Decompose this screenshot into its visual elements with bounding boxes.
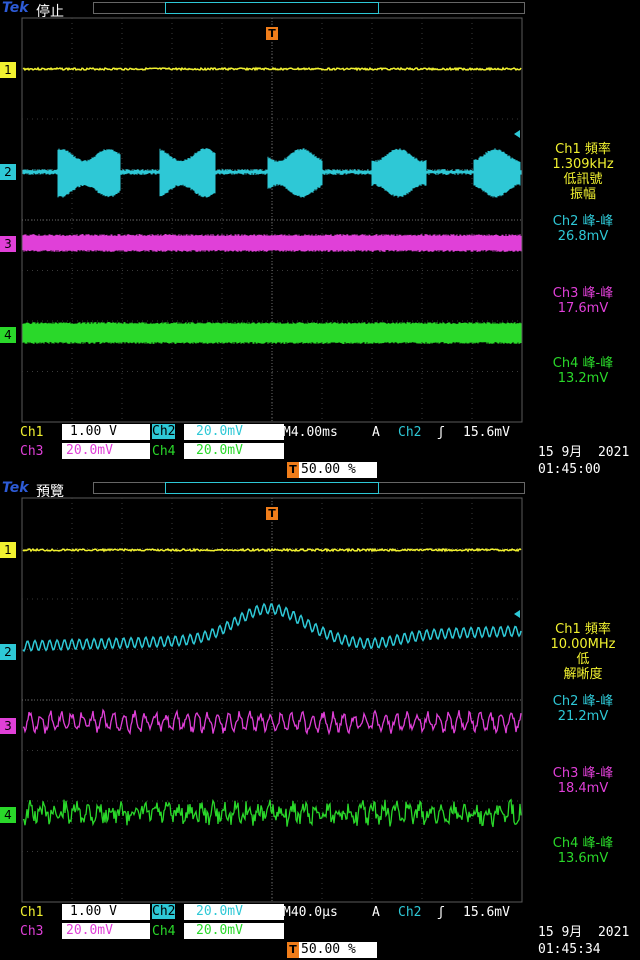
trigger-position-marker[interactable]: T xyxy=(266,27,278,40)
ch2-readout-title: Ch2 峰-峰 xyxy=(552,214,614,229)
time: 01:45:34 xyxy=(538,942,601,957)
ch1-scale[interactable]: 1.00 V xyxy=(62,424,150,440)
ch3-readout-title: Ch3 峰-峰 xyxy=(552,766,614,781)
trigger-position-readout[interactable]: 50.00 % xyxy=(287,462,377,478)
date: 15 9月 2021 xyxy=(538,445,630,460)
ch4-label[interactable]: Ch4 xyxy=(152,924,175,939)
date: 15 9月 2021 xyxy=(538,925,630,940)
ch1-readout-title: Ch1 頻率 xyxy=(555,142,611,157)
ch4-scale[interactable]: 20.0mV xyxy=(184,923,284,939)
ch1-label[interactable]: Ch1 xyxy=(20,905,43,920)
scope-screen-stopped: Tek 停止 Ch1 頻率 1.309kHz 低訊號 振幅 Ch2 峰-峰 26… xyxy=(0,0,640,480)
trigger-mode: A xyxy=(372,905,380,920)
ch3-label[interactable]: Ch3 xyxy=(20,444,43,459)
trigger-position-readout[interactable]: 50.00 % xyxy=(287,942,377,958)
ch3-readout-value: 17.6mV xyxy=(557,301,609,316)
ch4-label[interactable]: Ch4 xyxy=(152,444,175,459)
ch2-readout-value: 26.8mV xyxy=(557,229,609,244)
ch1-frequency-readout: Ch1 頻率 1.309kHz 低訊號 振幅 xyxy=(526,142,640,202)
ch1-ground-marker[interactable]: 1 xyxy=(0,542,16,558)
ch1-waveform xyxy=(22,547,522,553)
trigger-level[interactable]: 15.6mV xyxy=(463,905,510,920)
time: 01:45:00 xyxy=(538,462,601,477)
ch3-scale[interactable]: 20.0mV xyxy=(62,923,150,939)
ch2-readout-value: 21.2mV xyxy=(557,709,609,724)
trigger-mode: A xyxy=(372,425,380,440)
ch4-readout-title: Ch4 峰-峰 xyxy=(552,836,614,851)
ch4-waveform xyxy=(22,322,522,344)
ch1-readout-note: 解晰度 xyxy=(563,667,603,682)
trigger-source[interactable]: Ch2 xyxy=(398,905,421,920)
ch1-readout-note: 低訊號 xyxy=(563,172,603,187)
timebase[interactable]: M4.00ms xyxy=(283,425,338,440)
ch4-scale[interactable]: 20.0mV xyxy=(184,443,284,459)
trigger-level-arrow xyxy=(514,610,520,618)
trigger-position-marker[interactable]: T xyxy=(266,507,278,520)
scope-screen-preview: Tek 預覽 Ch1 頻率 10.00MHz 低 解晰度 Ch2 峰-峰 21.… xyxy=(0,480,640,960)
ch4-ground-marker[interactable]: 4 xyxy=(0,807,16,823)
trigger-icon: T xyxy=(287,942,299,958)
ch1-readout-note: 振幅 xyxy=(569,187,596,202)
ch3-label[interactable]: Ch3 xyxy=(20,924,43,939)
ch4-pk-pk-readout: Ch4 峰-峰 13.6mV xyxy=(526,836,640,866)
ch4-readout-value: 13.6mV xyxy=(557,851,609,866)
ch3-pk-pk-readout: Ch3 峰-峰 17.6mV xyxy=(526,286,640,316)
trigger-level[interactable]: 15.6mV xyxy=(463,425,510,440)
ch1-readout-value: 10.00MHz xyxy=(550,637,616,652)
ch2-waveform xyxy=(22,148,522,198)
ch2-label[interactable]: Ch2 xyxy=(152,424,176,439)
ch3-ground-marker[interactable]: 3 xyxy=(0,236,16,252)
ch2-label[interactable]: Ch2 xyxy=(152,904,176,919)
trigger-slope-icon: ʃ xyxy=(437,905,445,920)
ch1-ground-marker[interactable]: 1 xyxy=(0,62,16,78)
ch2-pk-pk-readout: Ch2 峰-峰 21.2mV xyxy=(526,694,640,724)
ch4-pk-pk-readout: Ch4 峰-峰 13.2mV xyxy=(526,356,640,386)
ch3-readout-value: 18.4mV xyxy=(557,781,609,796)
ch4-readout-value: 13.2mV xyxy=(557,371,609,386)
ch1-label[interactable]: Ch1 xyxy=(20,425,43,440)
ch4-readout-title: Ch4 峰-峰 xyxy=(552,356,614,371)
ch3-readout-title: Ch3 峰-峰 xyxy=(552,286,614,301)
ch3-waveform xyxy=(22,234,522,252)
ch2-ground-marker[interactable]: 2 xyxy=(0,644,16,660)
trigger-level-arrow xyxy=(514,130,520,138)
ch3-scale[interactable]: 20.0mV xyxy=(62,443,150,459)
ch3-ground-marker[interactable]: 3 xyxy=(0,718,16,734)
ch2-pk-pk-readout: Ch2 峰-峰 26.8mV xyxy=(526,214,640,244)
ch2-scale[interactable]: 20.0mV xyxy=(184,904,284,920)
ch1-readout-value: 1.309kHz xyxy=(552,157,614,172)
ch2-scale[interactable]: 20.0mV xyxy=(184,424,284,440)
trigger-slope-icon: ʃ xyxy=(437,425,445,440)
timebase[interactable]: M40.0µs xyxy=(283,905,338,920)
ch1-readout-title: Ch1 頻率 xyxy=(555,622,611,637)
ch3-pk-pk-readout: Ch3 峰-峰 18.4mV xyxy=(526,766,640,796)
trigger-source[interactable]: Ch2 xyxy=(398,425,421,440)
ch1-readout-note: 低 xyxy=(576,652,590,667)
ch2-ground-marker[interactable]: 2 xyxy=(0,164,16,180)
trigger-icon: T xyxy=(287,462,299,478)
ch4-ground-marker[interactable]: 4 xyxy=(0,327,16,343)
ch1-scale[interactable]: 1.00 V xyxy=(62,904,150,920)
ch2-readout-title: Ch2 峰-峰 xyxy=(552,694,614,709)
ch1-frequency-readout: Ch1 頻率 10.00MHz 低 解晰度 xyxy=(526,622,640,682)
